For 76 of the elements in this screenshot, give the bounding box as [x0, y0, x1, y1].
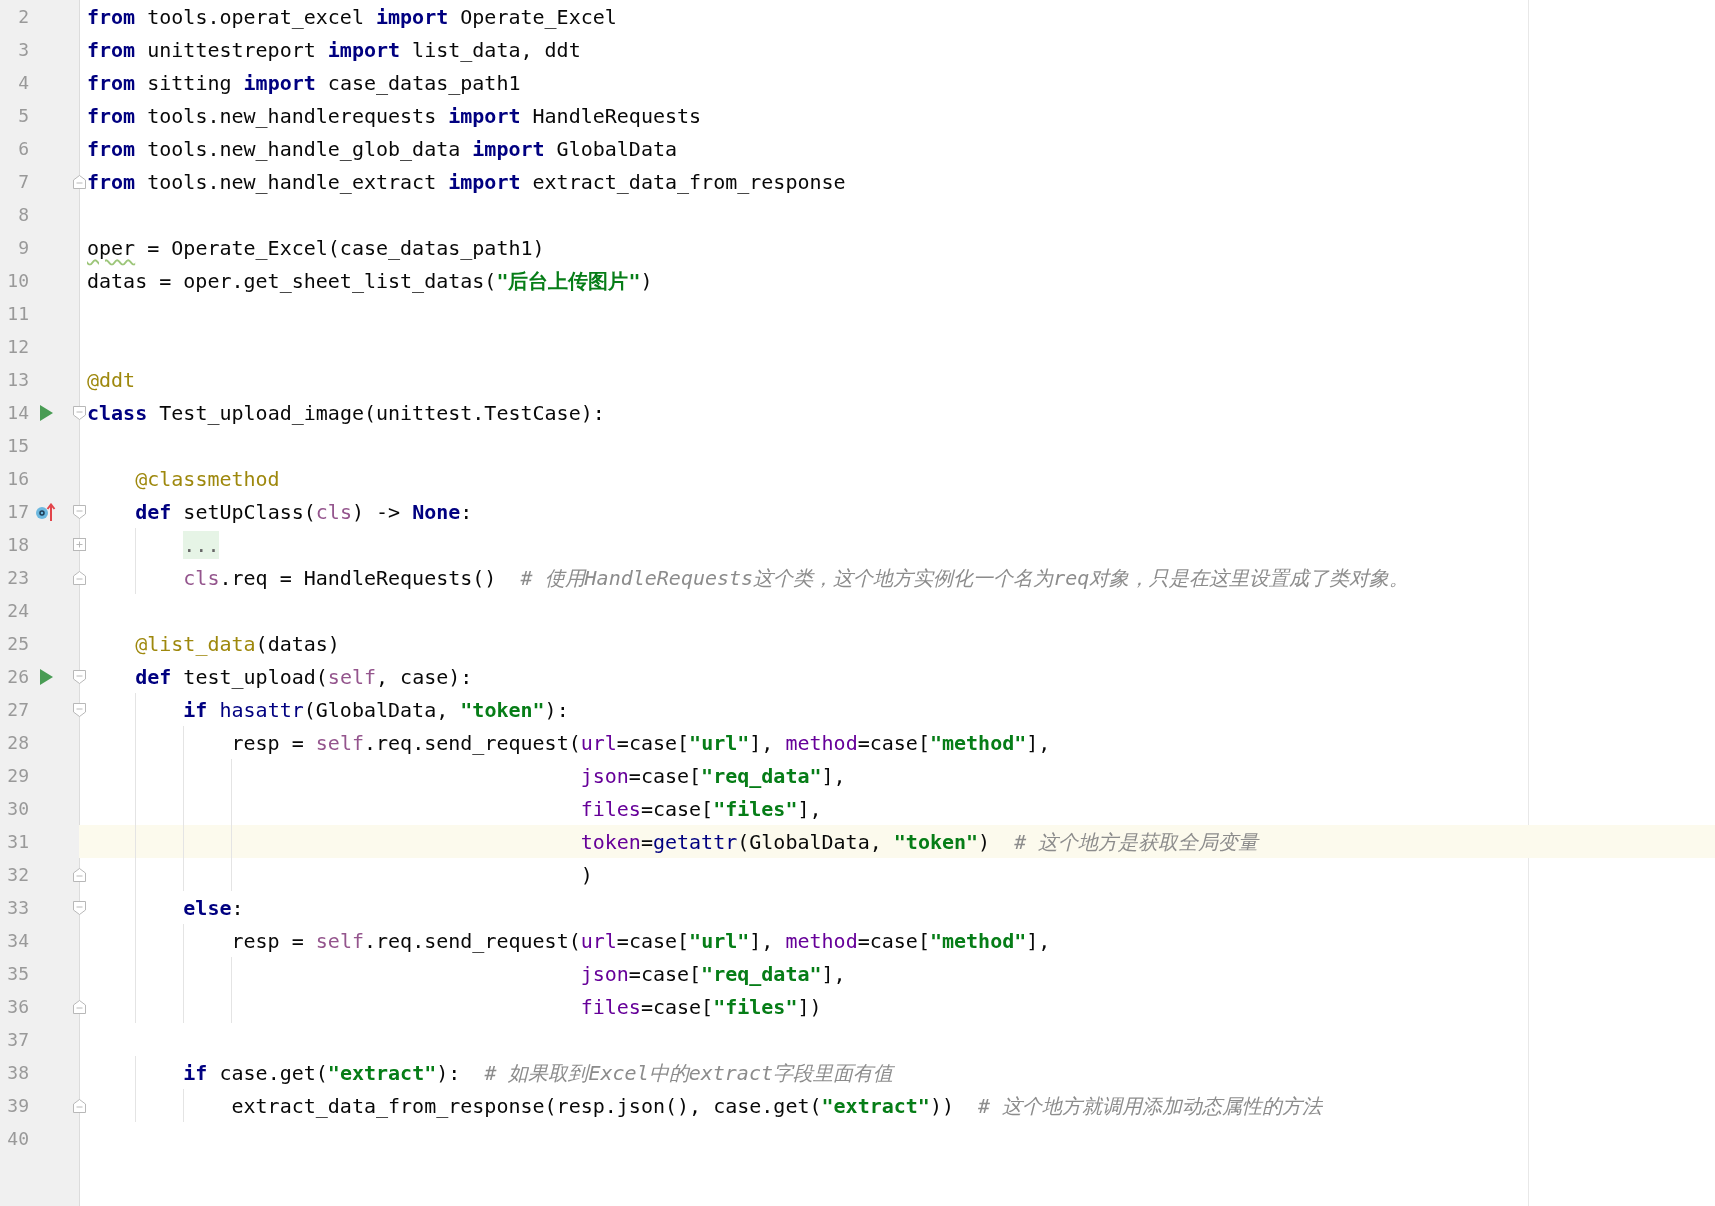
code-line: class Test_upload_image(unittest.TestCase):	[87, 399, 605, 426]
line-number: 30	[6, 798, 29, 819]
line-number: 28	[6, 732, 29, 753]
code-line: token=getattr(GlobalData, "token") # 这个地方是获取全局变量	[580, 828, 1259, 855]
code-line: def setUpClass(cls) -> None:	[135, 498, 473, 525]
fold-toggle[interactable]	[73, 505, 86, 519]
code-line: if hasattr(GlobalData, "token"):	[183, 696, 569, 723]
line-number: 10	[6, 270, 29, 291]
fold-toggle[interactable]	[73, 1000, 86, 1014]
code-line: json=case["req_data"],	[580, 960, 846, 987]
override-icon[interactable]	[36, 502, 56, 521]
fold-toggle[interactable]	[73, 670, 86, 684]
code-line: from tools.new_handle_extract import extract_data_from_response	[87, 168, 846, 195]
line-number: 37	[6, 1029, 29, 1050]
code-line: @ddt	[87, 366, 136, 393]
code-line: files=case["files"])	[580, 993, 822, 1020]
fold-toggle[interactable]	[73, 571, 86, 585]
line-number: 24	[6, 600, 29, 621]
line-number: 38	[6, 1062, 29, 1083]
code-line: files=case["files"],	[580, 795, 822, 822]
code-line: extract_data_from_response(resp.json(), case.get("extract")) # 这个地方就调用添加动态属性的方法	[231, 1092, 1323, 1119]
fold-toggle[interactable]	[73, 901, 86, 915]
line-number: 13	[6, 369, 29, 390]
line-number: 39	[6, 1095, 29, 1116]
code-line: datas = oper.get_sheet_list_datas("后台上传图片")	[87, 267, 653, 294]
fold-toggle[interactable]	[73, 175, 86, 189]
fold-toggle[interactable]	[73, 538, 86, 552]
line-number: 32	[6, 864, 29, 885]
line-number: 4	[17, 72, 29, 93]
fold-toggle[interactable]	[73, 703, 86, 717]
code-line: @classmethod	[135, 465, 280, 492]
line-number: 40	[6, 1128, 29, 1149]
line-number: 5	[17, 105, 29, 126]
code-line: oper = Operate_Excel(case_datas_path1)	[87, 234, 545, 261]
line-number: 11	[6, 303, 29, 324]
code-line: from tools.operat_excel import Operate_Excel	[87, 3, 617, 30]
code-line: resp = self.req.send_request(url=case["url"], method=case["method"],	[231, 927, 1051, 954]
code-line: from tools.new_handle_glob_data import GlobalData	[87, 135, 678, 162]
fold-toggle[interactable]	[73, 868, 86, 882]
code-line: @list_data(datas)	[135, 630, 340, 657]
code-line: resp = self.req.send_request(url=case["url"], method=case["method"],	[231, 729, 1051, 756]
code-line: if case.get("extract"): # 如果取到Excel中的extract字段里面有值	[183, 1059, 893, 1086]
line-number: 7	[17, 171, 29, 192]
line-number: 15	[6, 435, 29, 456]
run-icon[interactable]	[39, 404, 53, 421]
line-number: 36	[6, 996, 29, 1017]
code-line: else:	[183, 894, 244, 921]
line-number: 9	[17, 237, 29, 258]
line-number: 33	[6, 897, 29, 918]
code-line: )	[580, 861, 593, 888]
code-line: json=case["req_data"],	[580, 762, 846, 789]
fold-toggle[interactable]	[73, 406, 86, 420]
code-line: def test_upload(self, case):	[135, 663, 473, 690]
line-number: 2	[17, 6, 29, 27]
line-number: 16	[6, 468, 29, 489]
line-number: 8	[17, 204, 29, 225]
code-line: cls.req = HandleRequests() # 使用HandleRequests这个类，这个地方实例化一个名为req对象，只是在这里设置成了类对象。	[183, 564, 1410, 591]
code-line: from tools.new_handlerequests import HandleRequests	[87, 102, 702, 129]
line-number: 23	[6, 567, 29, 588]
line-number: 14	[6, 402, 29, 423]
code-line: from unittestreport import list_data, ddt	[87, 36, 581, 63]
line-number: 29	[6, 765, 29, 786]
line-number: 6	[17, 138, 29, 159]
line-number: 25	[6, 633, 29, 654]
line-number: 31	[6, 831, 29, 852]
fold-toggle[interactable]	[73, 1099, 86, 1113]
line-number: 18	[6, 534, 29, 555]
line-number: 27	[6, 699, 29, 720]
line-number: 3	[17, 39, 29, 60]
line-number: 12	[6, 336, 29, 357]
line-number: 34	[6, 930, 29, 951]
line-number: 35	[6, 963, 29, 984]
code-line: from sitting import case_datas_path1	[87, 69, 521, 96]
line-number: 17	[6, 501, 29, 522]
run-icon[interactable]	[39, 668, 53, 685]
line-number: 26	[6, 666, 29, 687]
